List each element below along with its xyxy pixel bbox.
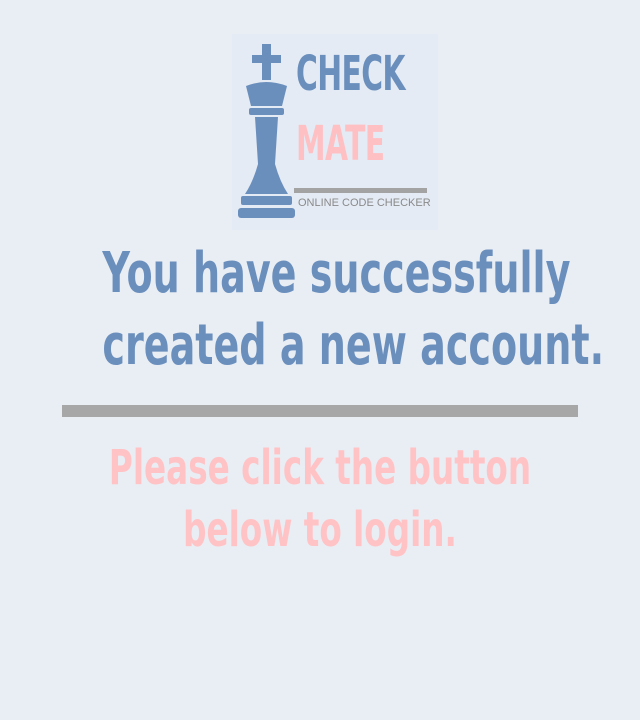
login-instruction-line-1: Please click the button — [108, 440, 532, 496]
success-heading-line-2: created a new account. — [102, 313, 605, 378]
section-divider — [62, 405, 578, 417]
logo-title-check: CHECK — [296, 46, 405, 102]
success-heading-line-1: You have successfully — [102, 241, 571, 306]
success-heading: You have successfully created a new acco… — [0, 238, 640, 382]
chess-king-icon — [238, 44, 295, 218]
login-instruction-line-2: below to login. — [183, 502, 457, 558]
logo-divider — [294, 188, 427, 193]
login-instruction: Please click the button below to login. — [0, 437, 640, 561]
logo-title-mate: MATE — [296, 116, 385, 172]
registration-success-page: CHECK MATE ONLINE CODE CHECKER You have … — [0, 0, 640, 720]
checkmate-logo: CHECK MATE ONLINE CODE CHECKER — [232, 34, 438, 230]
logo-tagline: ONLINE CODE CHECKER — [298, 197, 431, 209]
